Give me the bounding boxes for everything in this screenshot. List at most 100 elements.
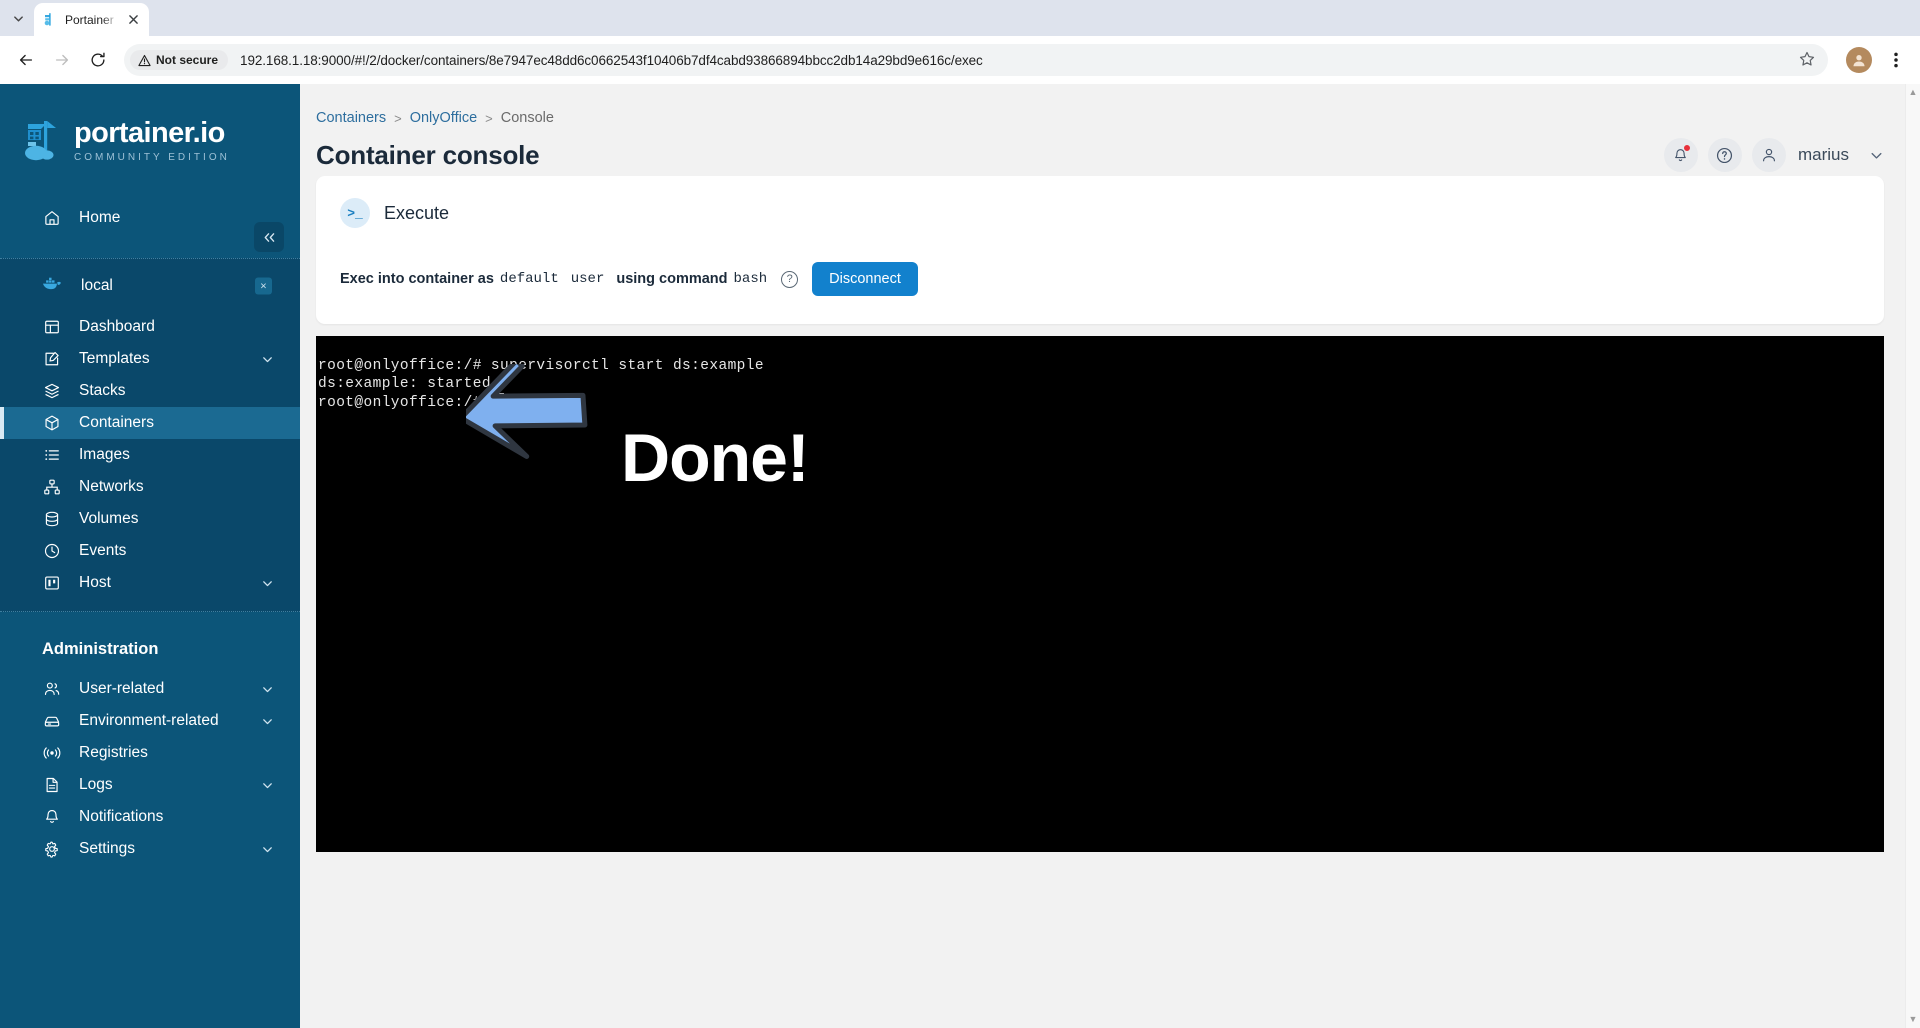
terminal-prompt-icon: >_ xyxy=(340,198,370,228)
browser-menu-icon[interactable] xyxy=(1882,46,1910,74)
exec-command-value[interactable]: bash xyxy=(734,271,768,287)
warning-triangle-icon xyxy=(138,54,151,67)
sidebar-item-label: Dashboard xyxy=(79,318,155,335)
terminal-line: root@onlyoffice:/# supervisorctl start d… xyxy=(318,358,764,374)
help-question-icon xyxy=(1715,146,1734,165)
scroll-down-arrow-icon[interactable]: ▼ xyxy=(1909,1015,1918,1024)
help-button[interactable] xyxy=(1707,138,1742,172)
exec-controls-row: Exec into container as default user usin… xyxy=(340,262,1860,296)
sidebar-nav: Home local × Dashboard Templates Stacks … xyxy=(0,202,300,865)
breadcrumb: Containers > OnlyOffice > Console xyxy=(316,110,1664,126)
tab-search-chevron-down-icon[interactable] xyxy=(4,4,32,32)
sidebar-item-label: Events xyxy=(79,542,127,559)
tab-close-icon[interactable] xyxy=(125,12,141,28)
users-icon xyxy=(42,680,61,699)
logo-edition-label: COMMUNITY EDITION xyxy=(74,152,230,163)
sidebar-item-home[interactable]: Home xyxy=(0,202,300,234)
notification-badge-dot xyxy=(1682,144,1691,152)
sidebar-item-containers[interactable]: Containers xyxy=(0,407,300,439)
sidebar-item-dashboard[interactable]: Dashboard xyxy=(0,311,300,343)
user-menu-chevron-down-icon[interactable] xyxy=(1869,148,1884,163)
exec-user-value[interactable]: default xyxy=(500,271,559,287)
environment-close-icon[interactable]: × xyxy=(255,277,272,295)
terminal-line-with-cursor: root@onlyoffice:/# xyxy=(316,393,1884,413)
sidebar-item-stacks[interactable]: Stacks xyxy=(0,375,300,407)
events-clock-icon xyxy=(42,542,61,561)
sidebar-item-label: Images xyxy=(79,446,130,463)
chevron-down-icon[interactable] xyxy=(261,577,274,590)
sidebar-item-notifications[interactable]: Notifications xyxy=(0,801,300,833)
registries-broadcast-icon xyxy=(42,744,61,763)
site-security-badge[interactable]: Not secure xyxy=(130,50,229,70)
sidebar-environment-group: local × Dashboard Templates Stacks Conta… xyxy=(0,258,300,612)
sidebar-item-host[interactable]: Host xyxy=(0,567,300,599)
user-avatar-icon xyxy=(1760,146,1778,164)
sidebar-section-administration-title: Administration xyxy=(42,640,159,658)
sidebar-environment-items: Dashboard Templates Stacks Containers Im… xyxy=(0,311,300,599)
sidebar-item-logs[interactable]: Logs xyxy=(0,769,300,801)
containers-cube-icon xyxy=(42,414,61,433)
environment-box-icon xyxy=(42,712,61,731)
portainer-crane-logo-icon xyxy=(22,117,68,165)
sidebar-item-settings[interactable]: Settings xyxy=(0,833,300,865)
sidebar-item-registries[interactable]: Registries xyxy=(0,737,300,769)
execute-card-title: Execute xyxy=(384,202,450,223)
breadcrumb-item-containers[interactable]: Containers xyxy=(316,110,386,126)
terminal-cursor xyxy=(495,393,504,409)
address-bar[interactable]: Not secure 192.168.1.18:9000/#!/2/docker… xyxy=(124,44,1828,76)
sidebar-item-label: User-related xyxy=(79,680,165,697)
logs-document-icon xyxy=(42,776,61,795)
main-content: Containers > OnlyOffice > Console Contai… xyxy=(300,84,1920,1028)
scroll-up-arrow-icon[interactable]: ▲ xyxy=(1909,88,1918,97)
browser-tab-title: Portainer xyxy=(65,12,114,27)
host-server-icon xyxy=(42,574,61,593)
templates-icon xyxy=(42,350,61,369)
portainer-logo[interactable]: portainer.io COMMUNITY EDITION xyxy=(0,106,300,176)
browser-tab[interactable]: Portainer xyxy=(34,3,149,36)
chevron-down-icon[interactable] xyxy=(261,715,274,728)
chevron-down-icon[interactable] xyxy=(261,683,274,696)
breadcrumb-separator: > xyxy=(394,110,402,126)
notifications-button[interactable] xyxy=(1663,138,1698,172)
sidebar-item-volumes[interactable]: Volumes xyxy=(0,503,300,535)
exec-user-unit-label: user xyxy=(570,271,605,287)
breadcrumb-separator: > xyxy=(485,110,493,126)
browser-tab-strip: Portainer xyxy=(0,0,1920,36)
volumes-database-icon xyxy=(42,510,61,529)
terminal-prompt-text: root@onlyoffice:/# xyxy=(318,395,491,412)
bookmark-star-icon[interactable] xyxy=(1798,50,1818,70)
sidebar-item-label: Environment-related xyxy=(79,712,219,729)
container-console-terminal[interactable]: root@onlyoffice:/# supervisorctl start d… xyxy=(316,336,1884,852)
chevron-down-icon[interactable] xyxy=(261,353,274,366)
sidebar-item-user-related[interactable]: User-related xyxy=(0,673,300,705)
sidebar-environment-header[interactable]: local × xyxy=(0,269,300,303)
sidebar-item-label: Templates xyxy=(79,350,150,367)
sidebar-item-label: Home xyxy=(79,209,121,226)
sidebar-item-images[interactable]: Images xyxy=(0,439,300,471)
reload-icon[interactable] xyxy=(82,44,114,76)
images-list-icon xyxy=(42,446,61,465)
breadcrumb-item-console: Console xyxy=(500,110,554,126)
browser-window: Portainer Not secure 192.168.1.18:9000/#… xyxy=(0,0,1920,1028)
browser-toolbar: Not secure 192.168.1.18:9000/#!/2/docker… xyxy=(0,36,1920,84)
sidebar-item-templates[interactable]: Templates xyxy=(0,343,300,375)
breadcrumb-item-onlyoffice[interactable]: OnlyOffice xyxy=(410,110,477,126)
chevron-down-icon[interactable] xyxy=(261,779,274,792)
chevron-down-icon[interactable] xyxy=(261,843,274,856)
sidebar-item-events[interactable]: Events xyxy=(0,535,300,567)
sidebar-item-label: Settings xyxy=(79,840,136,857)
security-status-label: Not secure xyxy=(156,53,219,67)
user-name-label[interactable]: marius xyxy=(1798,145,1849,165)
exec-help-question-icon[interactable]: ? xyxy=(781,270,799,288)
user-avatar[interactable] xyxy=(1751,138,1786,172)
sidebar-item-networks[interactable]: Networks xyxy=(0,471,300,503)
page-scrollbar[interactable]: ▲ ▼ xyxy=(1905,84,1920,1028)
dashboard-icon xyxy=(42,318,61,337)
stacks-icon xyxy=(42,382,61,401)
sidebar-item-environment-related[interactable]: Environment-related xyxy=(0,705,300,737)
browser-profile-avatar[interactable] xyxy=(1846,47,1872,73)
back-arrow-icon[interactable] xyxy=(10,44,42,76)
url-text[interactable]: 192.168.1.18:9000/#!/2/docker/containers… xyxy=(234,53,1792,68)
disconnect-button[interactable]: Disconnect xyxy=(812,262,918,296)
settings-gear-icon xyxy=(42,840,61,859)
